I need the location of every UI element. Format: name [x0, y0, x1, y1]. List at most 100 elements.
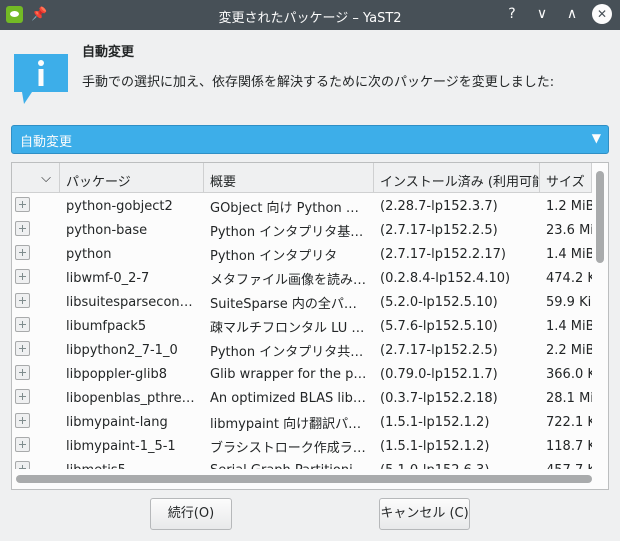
row-status-cell[interactable] [12, 412, 60, 432]
sort-chevron-icon: ⌵ [41, 171, 51, 186]
auto-change-status-icon[interactable] [15, 340, 30, 356]
package-version: (0.2.8.4-lp152.4.10) [380, 270, 511, 286]
vertical-scrollbar-thumb[interactable] [596, 171, 604, 263]
auto-change-status-icon[interactable] [15, 388, 30, 404]
package-table[interactable]: ⌵ パッケージ 概要 インストール済み (利用可能) サイズ python-go… [11, 162, 609, 490]
table-row[interactable]: libsuitesparseconfig5 SuiteSparse 内の全パッケー… [12, 290, 592, 314]
filter-selected-value: 自動変更 [20, 135, 73, 150]
auto-change-status-icon[interactable] [15, 316, 30, 332]
package-summary: GObject 向け Python バインディング [210, 200, 374, 216]
package-version: (2.7.17-lp152.2.5) [380, 342, 498, 358]
table-row[interactable]: python-gobject2 GObject 向け Python バインディング… [12, 194, 592, 218]
package-name: libpython2_7-1_0 [66, 342, 178, 358]
package-summary: Glib wrapper for the poppler [210, 366, 374, 382]
row-status-cell[interactable] [12, 244, 60, 264]
table-row[interactable]: libpoppler-glib8 Glib wrapper for the pop… [12, 362, 592, 386]
package-size: 457.7 KiB [540, 463, 592, 470]
chevron-down-icon: ▼ [591, 131, 601, 145]
package-name: libmypaint-1_5-1 [66, 438, 176, 454]
row-status-cell[interactable] [12, 316, 60, 336]
filter-combobox[interactable]: 自動変更 ▼ [11, 125, 609, 154]
auto-change-status-icon[interactable] [15, 412, 30, 428]
package-size: 2.2 MiB [546, 342, 592, 358]
auto-change-status-icon[interactable] [15, 268, 30, 284]
table-row[interactable]: libopenblas_pthreads0 An optimized BLAS l… [12, 386, 592, 410]
row-status-cell[interactable] [12, 364, 60, 384]
package-summary: 疎マルチフロンタル LU 分解 [210, 320, 374, 336]
package-summary: Serial Graph Partitioning [204, 463, 374, 470]
package-summary: Python インタプリタ共有ライブラリ [210, 344, 374, 360]
package-size: 1.2 MiB [546, 198, 592, 214]
table-row[interactable]: libpython2_7-1_0 Python インタプリタ共有ライブラリ (2.7… [12, 338, 592, 362]
package-name: python-gobject2 [66, 198, 173, 214]
auto-change-status-icon[interactable] [15, 244, 30, 260]
table-body: python-gobject2 GObject 向け Python バインディング… [12, 194, 592, 469]
package-version: (2.7.17-lp152.2.5) [380, 222, 498, 238]
column-header-size[interactable]: サイズ [540, 163, 592, 193]
row-status-cell[interactable] [12, 340, 60, 360]
package-name: libumfpack5 [66, 318, 147, 334]
package-name: libmypaint-lang [66, 414, 168, 430]
auto-change-status-icon[interactable] [15, 220, 30, 236]
column-header-package[interactable]: パッケージ [60, 163, 204, 193]
package-name: libpoppler-glib8 [66, 366, 167, 382]
package-version: (0.79.0-lp152.1.7) [380, 366, 498, 382]
table-row[interactable]: python Python インタプリタ (2.7.17-lp152.2.17) 1.… [12, 242, 592, 266]
package-summary: An optimized BLAS library [210, 390, 374, 406]
table-row[interactable]: python-base Python インタプリタ基本パッケージ (2.7.17-l… [12, 218, 592, 242]
row-status-cell[interactable] [12, 436, 60, 456]
package-name: libmetis5 [60, 463, 204, 470]
package-size: 118.7 KiB [546, 438, 592, 454]
auto-change-status-icon[interactable] [15, 364, 30, 380]
row-status-cell[interactable] [12, 220, 60, 240]
minimize-button[interactable]: ∨ [532, 4, 552, 24]
package-name: libopenblas_pthreads0 [66, 390, 204, 406]
package-size: 366.0 KiB [546, 366, 592, 382]
vertical-scrollbar[interactable] [596, 167, 604, 467]
row-status-cell[interactable] [12, 292, 60, 312]
package-name: python [66, 246, 112, 262]
package-version: (1.5.1-lp152.1.2) [380, 414, 490, 430]
continue-button[interactable]: 続行(O) [150, 498, 232, 530]
info-heading: 自動変更 [82, 45, 135, 60]
close-button[interactable]: ✕ [592, 4, 612, 24]
horizontal-scrollbar[interactable] [16, 475, 592, 483]
package-version: (2.7.17-lp152.2.17) [380, 246, 506, 262]
row-status-cell[interactable] [12, 196, 60, 216]
auto-change-status-icon[interactable] [15, 436, 30, 452]
package-summary: Python インタプリタ [210, 248, 338, 264]
table-row[interactable]: libmetis5Serial Graph Partitioning(5.1.0… [12, 458, 592, 469]
horizontal-scrollbar-thumb[interactable] [16, 475, 592, 483]
row-status-cell[interactable] [12, 268, 60, 288]
package-version: (1.5.1-lp152.1.2) [380, 438, 490, 454]
table-row[interactable]: libwmf-0_2-7 メタファイル画像を読み込むライブラリ (0.2.8.4-l… [12, 266, 592, 290]
package-size: 474.2 KiB [546, 270, 592, 286]
table-row[interactable]: libmypaint-lang libmypaint 向け翻訳パッケージ (1.5.… [12, 410, 592, 434]
row-status-cell[interactable] [12, 460, 60, 469]
package-summary: メタファイル画像を読み込むライブラリ [210, 272, 374, 288]
package-summary: Python インタプリタ基本パッケージ [210, 224, 374, 240]
package-name: libsuitesparseconfig5 [66, 294, 204, 310]
column-header-status[interactable]: ⌵ [12, 163, 60, 193]
package-version: (2.28.7-lp152.3.7) [380, 198, 498, 214]
column-header-summary[interactable]: 概要 [204, 163, 374, 193]
maximize-button[interactable]: ∧ [562, 4, 582, 24]
auto-change-status-icon[interactable] [15, 292, 30, 308]
package-size: 722.1 KiB [546, 414, 592, 430]
info-icon [14, 54, 68, 104]
help-button[interactable]: ? [502, 4, 522, 24]
auto-change-status-icon[interactable] [15, 460, 30, 469]
row-status-cell[interactable] [12, 388, 60, 408]
table-row[interactable]: libmypaint-1_5-1 ブラシストローク作成ライブラリ (1.5.1-lp… [12, 434, 592, 458]
table-header: ⌵ パッケージ 概要 インストール済み (利用可能) サイズ [12, 163, 592, 193]
cancel-button[interactable]: キャンセル (C) [379, 498, 470, 530]
column-header-installed[interactable]: インストール済み (利用可能) [374, 163, 540, 193]
package-size: 23.6 MiB [546, 222, 592, 238]
package-summary: ブラシストローク作成ライブラリ [210, 440, 374, 456]
auto-change-status-icon[interactable] [15, 196, 30, 212]
package-size: 59.9 KiB [546, 294, 592, 310]
package-version: (5.1.0-lp152.6.3) [374, 463, 540, 470]
package-size: 28.1 MiB [546, 390, 592, 406]
package-summary: SuiteSparse 内の全パッケージ [210, 296, 374, 312]
table-row[interactable]: libumfpack5 疎マルチフロンタル LU 分解 (5.7.6-lp152.5… [12, 314, 592, 338]
